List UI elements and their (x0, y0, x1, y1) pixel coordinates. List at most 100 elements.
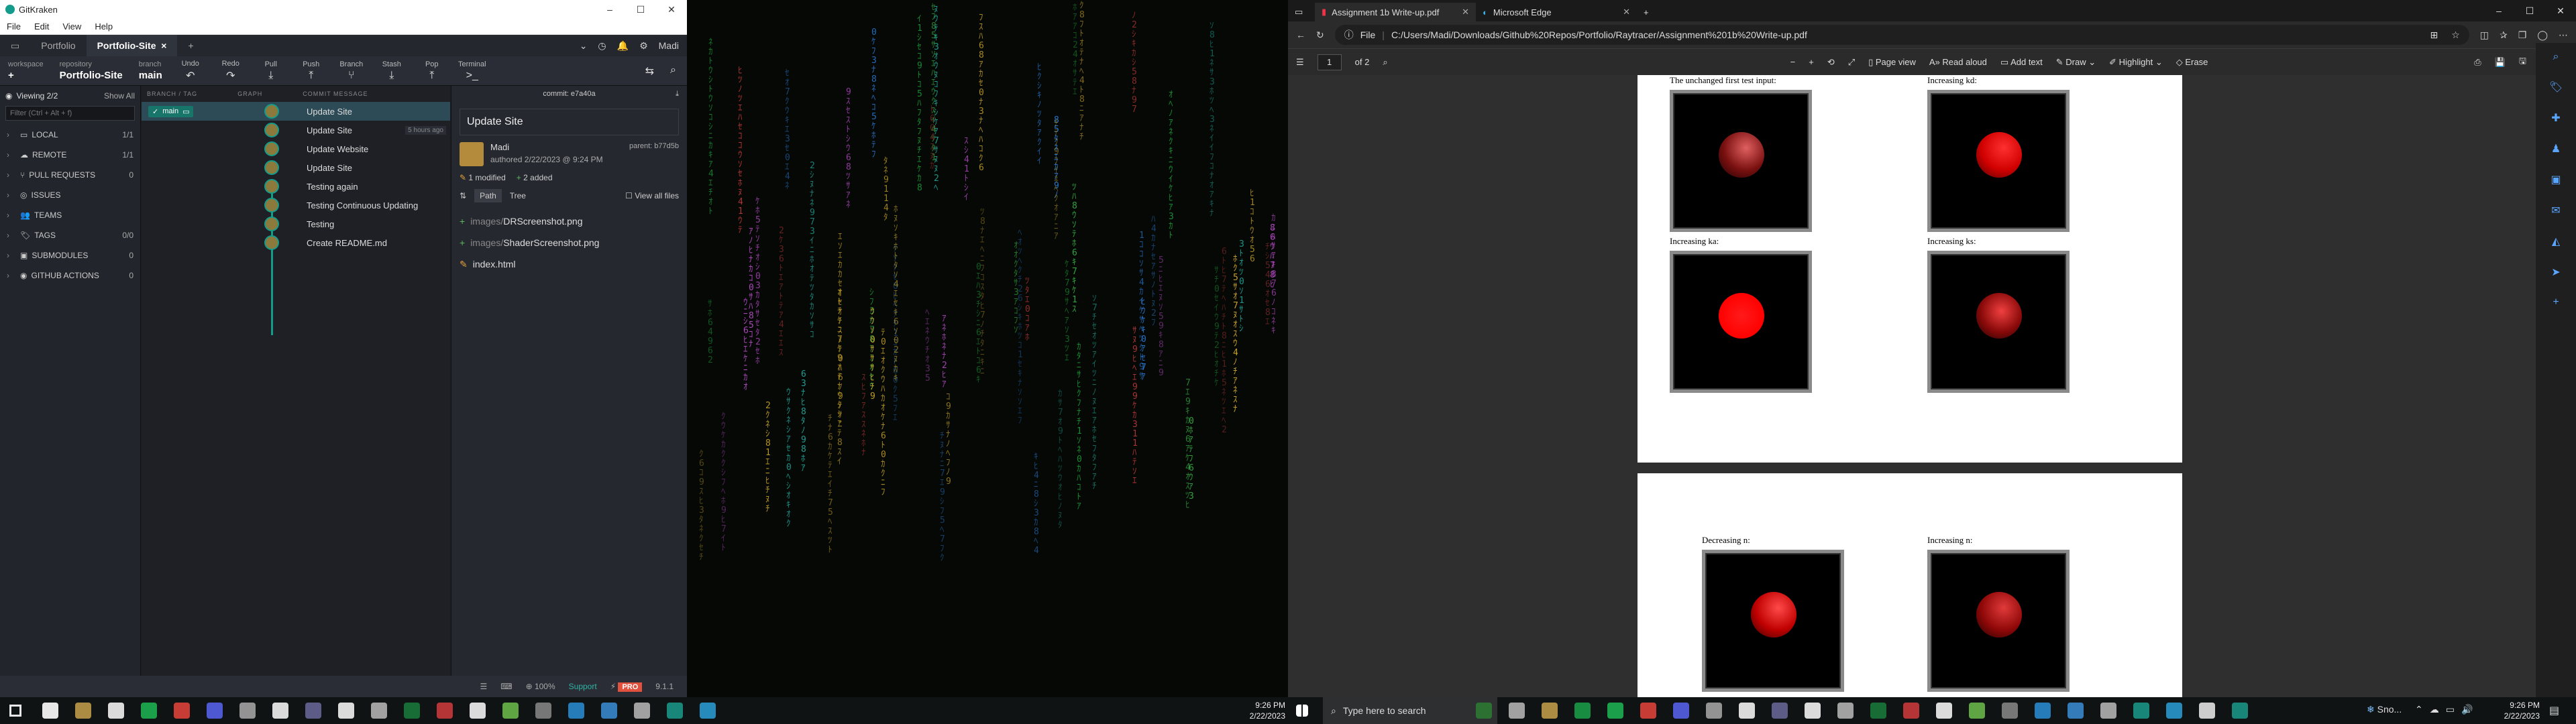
show-all-button[interactable]: Show All (104, 91, 135, 101)
drop-icon[interactable]: ◭ (2552, 235, 2560, 248)
back-icon[interactable]: ← (1296, 29, 1305, 40)
games-icon[interactable]: ♟ (2551, 142, 2561, 156)
weather-widget[interactable]: ❄ Sno... (2367, 704, 2402, 715)
taskbar-app-icon[interactable] (404, 703, 420, 719)
commit-row[interactable]: ✓ main ▭ Update Site (142, 102, 450, 121)
outlook-icon[interactable]: ✉ (2551, 204, 2560, 217)
zoom-level[interactable]: ⊕ 100% (526, 682, 555, 691)
tree-view-button[interactable]: Tree (510, 191, 526, 200)
list-icon[interactable]: ☰ (480, 682, 487, 691)
commit-sha[interactable]: commit: e7a40a (543, 90, 595, 98)
chevron-down-icon[interactable]: ⌄ (580, 40, 588, 52)
notification-icon[interactable]: ▤ (2549, 704, 2559, 717)
commit-row[interactable]: Testing (142, 215, 450, 233)
commit-row[interactable]: Testing Continuous Updating (142, 196, 450, 215)
profile-name[interactable]: Madi (659, 40, 679, 51)
branch-button[interactable]: Branch ⑂ (331, 60, 372, 82)
taskbar-app-icon[interactable] (2068, 703, 2084, 719)
close-tab-icon[interactable]: × (161, 40, 166, 51)
close-button[interactable]: ✕ (2545, 5, 2576, 17)
taskbar-app-icon[interactable] (700, 703, 716, 719)
taskbar-app-icon[interactable] (667, 703, 683, 719)
section-submodules[interactable]: › ▣ SUBMODULES 0 (0, 245, 140, 265)
taskbar-app-icon[interactable] (1574, 703, 1591, 719)
contents-icon[interactable]: ☰ (1296, 57, 1304, 68)
menu-file[interactable]: File (0, 21, 28, 32)
taskbar-app-icon[interactable] (1772, 703, 1788, 719)
tab-actions-icon[interactable]: ▭ (1288, 3, 1315, 21)
minimize-button[interactable]: – (2483, 5, 2514, 16)
search-icon[interactable]: ⌕ (670, 64, 676, 78)
notifications-icon[interactable]: 🔔 (617, 40, 629, 52)
fit-page-icon[interactable]: ⤢ (1848, 57, 1855, 68)
taskbar-app-icon[interactable] (1509, 703, 1525, 719)
commit-row[interactable]: Testing again (142, 177, 450, 196)
section-tags[interactable]: › 🏷 TAGS 0/0 (0, 225, 140, 245)
print-icon[interactable]: ⎙ (2474, 57, 2481, 68)
section-issues[interactable]: › ◎ ISSUES (0, 185, 140, 205)
page-number-input[interactable]: 1 (1317, 54, 1342, 70)
taskbar-app-icon[interactable] (1739, 703, 1755, 719)
add-text-button[interactable]: ▭ Add text (2000, 57, 2043, 68)
taskbar-app-icon[interactable] (2035, 703, 2051, 719)
taskbar-app-icon[interactable] (535, 703, 551, 719)
taskbar-app-icon[interactable] (1936, 703, 1952, 719)
new-tab-button[interactable]: + (177, 35, 204, 56)
taskbar-app-icon[interactable] (2133, 703, 2149, 719)
taskbar-app-icon[interactable] (42, 703, 58, 719)
taskbar-app-icon[interactable] (141, 703, 157, 719)
sort-icon[interactable]: ⇅ (460, 191, 466, 200)
office-icon[interactable]: ▣ (2551, 173, 2561, 186)
profile-icon[interactable]: ◯ (2537, 29, 2548, 41)
save-as-icon[interactable]: 🖫 (2519, 55, 2526, 70)
search-icon[interactable]: ⌕ (2553, 51, 2559, 63)
tab-portfolio[interactable]: Portfolio (30, 35, 86, 56)
taskbar-app-icon[interactable] (1805, 703, 1821, 719)
push-button[interactable]: Push ⤒ (291, 60, 331, 82)
path-view-button[interactable]: Path (474, 189, 502, 202)
taskbar-app-icon[interactable] (470, 703, 486, 719)
section-pull-requests[interactable]: › ⑂ PULL REQUESTS 0 (0, 165, 140, 185)
tab-portfolio-site[interactable]: Portfolio-Site × (86, 35, 178, 56)
taskbar-app-icon[interactable] (9, 705, 21, 717)
more-icon[interactable]: ⋯ (2559, 29, 2568, 41)
read-aloud-button[interactable]: A» Read aloud (1929, 57, 1987, 67)
favorites-icon[interactable]: ✰ (2500, 29, 2508, 41)
menu-help[interactable]: Help (88, 21, 119, 32)
zoom-out-icon[interactable]: − (1790, 57, 1796, 67)
taskbar-app-icon[interactable] (174, 703, 190, 719)
taskbar-app-icon[interactable] (568, 703, 584, 719)
clock-right[interactable]: 9:26 PM 2/22/2023 (2496, 700, 2540, 721)
folder-icon[interactable]: ▭ (0, 35, 30, 56)
taskbar-app-icon[interactable] (1706, 703, 1722, 719)
taskbar-app-icon[interactable] (2199, 703, 2215, 719)
keyboard-icon[interactable]: ⌨ (500, 682, 512, 691)
commit-title[interactable]: Update Site (460, 109, 679, 135)
section-remote[interactable]: › ☁ REMOTE 1/1 (0, 145, 140, 165)
redo-button[interactable]: Redo ↷ (211, 60, 251, 82)
tools-icon[interactable]: ✚ (2551, 111, 2560, 125)
menu-edit[interactable]: Edit (28, 21, 56, 32)
close-tab-icon[interactable]: ✕ (1623, 7, 1630, 17)
file-item[interactable]: + images/DRScreenshot.png (460, 210, 679, 232)
search-icon[interactable]: ⌕ (1383, 57, 1387, 68)
taskbar-app-icon[interactable] (2232, 703, 2248, 719)
commit-row[interactable]: Create README.md (142, 233, 450, 252)
file-item[interactable]: ✎ index.html (460, 253, 679, 275)
pull-button[interactable]: Pull ⤓ (251, 60, 291, 82)
undo-button[interactable]: Undo ↶ (170, 60, 211, 82)
pop-button[interactable]: Pop ⤒ (412, 60, 452, 82)
new-tab-button[interactable]: + (1637, 3, 1664, 21)
workspace-selector[interactable]: workspace + (0, 60, 52, 81)
taskbar-app-icon[interactable] (371, 703, 387, 719)
repository-selector[interactable]: repository Portfolio-Site (52, 60, 131, 81)
download-icon[interactable]: ⤓ (676, 90, 679, 99)
collections-icon[interactable]: ❐ (2518, 29, 2527, 41)
menu-view[interactable]: View (56, 21, 88, 32)
zoom-in-icon[interactable]: + (1809, 57, 1814, 67)
url-field[interactable]: ⓘ File | C:/Users/Madi/Downloads/Github%… (1334, 25, 2469, 45)
commit-row[interactable]: Update Site 5 hours ago (142, 121, 450, 139)
favorite-icon[interactable]: ☆ (2451, 29, 2460, 41)
page-view-button[interactable]: ▯ Page view (1868, 57, 1916, 68)
gear-icon[interactable]: ⚙ (639, 40, 648, 52)
